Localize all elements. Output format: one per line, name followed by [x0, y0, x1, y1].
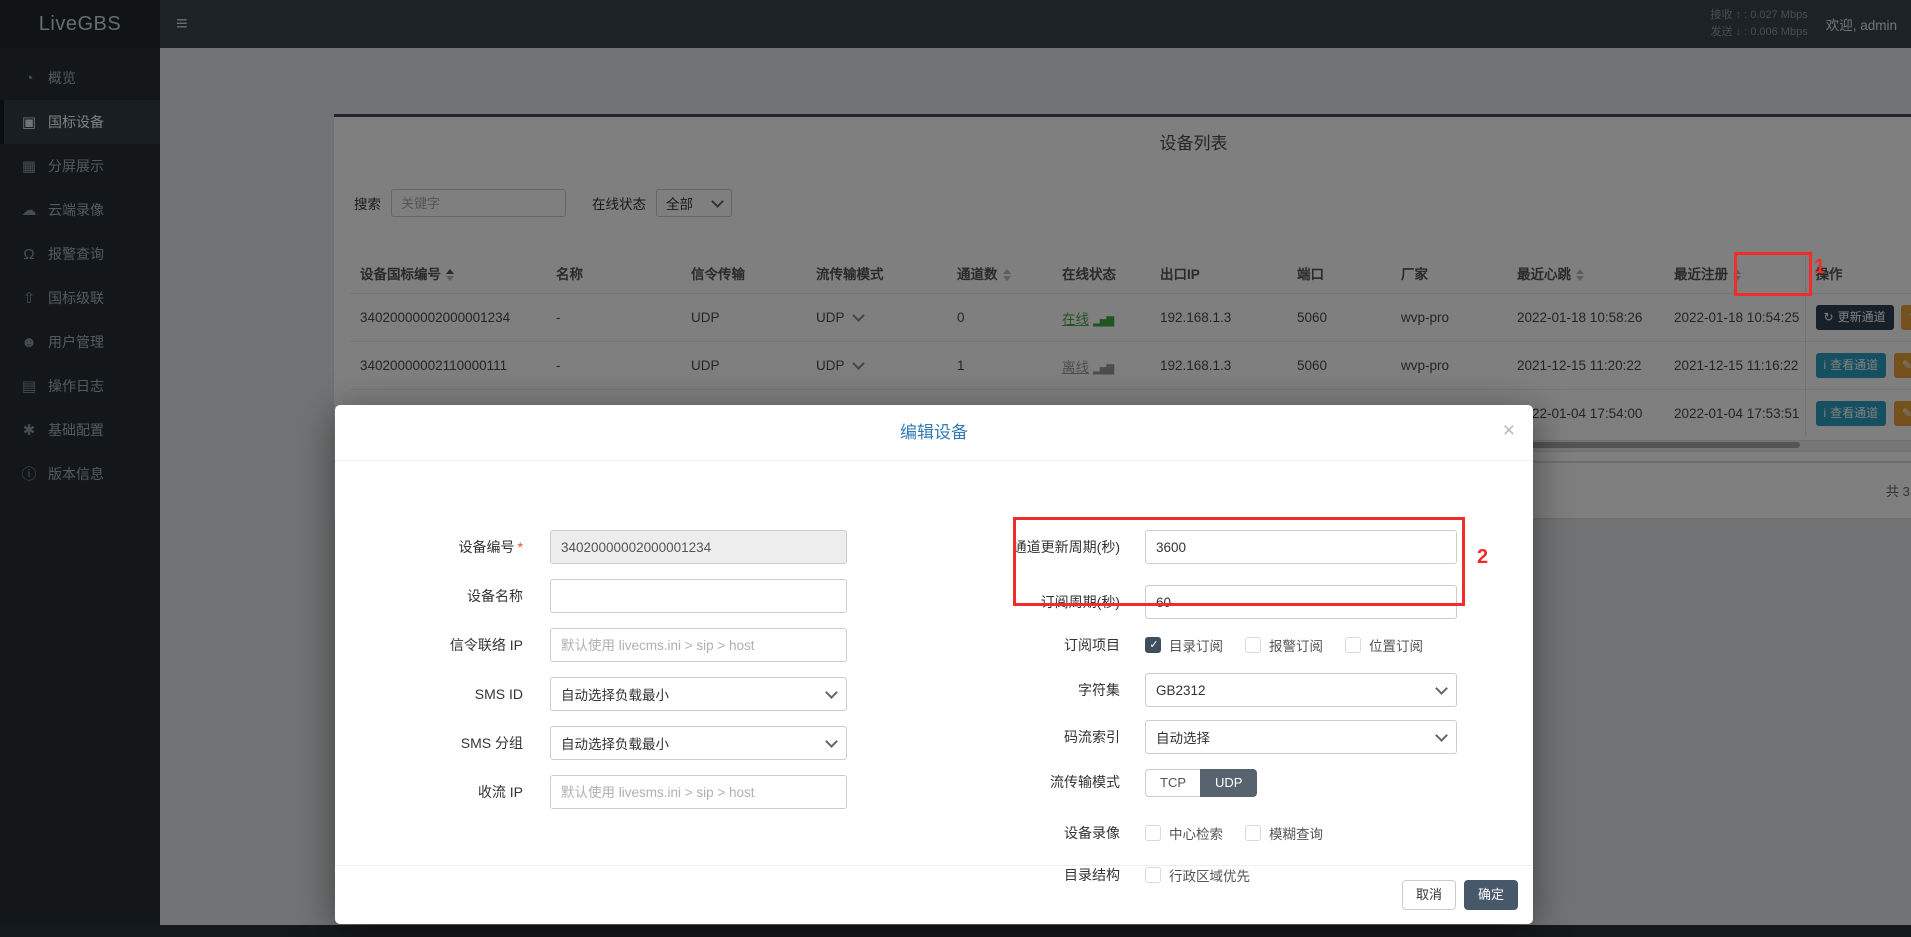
catalog-subscribe-checkbox[interactable]	[1145, 637, 1161, 653]
stream-index-select[interactable]: 自动选择	[1145, 720, 1457, 754]
confirm-button[interactable]: 确定	[1464, 880, 1518, 910]
channel-refresh-label: 通道更新周期(秒)	[935, 530, 1120, 564]
udp-option[interactable]: UDP	[1200, 769, 1257, 797]
modal-title: 编辑设备	[335, 405, 1533, 460]
recv-ip-label: 收流 IP	[355, 775, 523, 809]
subscribe-period-label: 订阅周期(秒)	[935, 585, 1120, 619]
alarm-subscribe-checkbox[interactable]	[1245, 637, 1261, 653]
chevron-down-icon	[825, 686, 838, 699]
chevron-down-icon	[825, 735, 838, 748]
fuzzy-query-checkbox[interactable]	[1245, 825, 1261, 841]
device-record-group: 中心检索 模糊查询	[1145, 820, 1345, 846]
charset-select[interactable]: GB2312	[1145, 673, 1457, 707]
modal-footer: 取消 确定	[335, 865, 1533, 924]
recv-ip-field[interactable]	[550, 775, 847, 809]
sip-host-label: 信令联络 IP	[355, 628, 523, 662]
modal-header: 编辑设备 ×	[335, 405, 1533, 461]
close-icon[interactable]: ×	[1503, 420, 1515, 441]
sms-id-label: SMS ID	[355, 677, 523, 711]
center-search-checkbox[interactable]	[1145, 825, 1161, 841]
edit-device-modal: 编辑设备 × 设备编号* 设备名称 信令联络 IP SMS ID 自动选择负载最…	[335, 405, 1533, 924]
device-record-label: 设备录像	[935, 816, 1120, 850]
stream-mode-toggle: TCP UDP	[1145, 769, 1257, 797]
sms-group-label: SMS 分组	[355, 726, 523, 760]
device-id-field	[550, 530, 847, 564]
subscribe-items-label: 订阅项目	[935, 628, 1120, 662]
device-name-field[interactable]	[550, 579, 847, 613]
cancel-button[interactable]: 取消	[1402, 880, 1456, 910]
stream-mode-label: 流传输模式	[935, 765, 1120, 799]
chevron-down-icon	[1435, 682, 1448, 695]
sip-host-field[interactable]	[550, 628, 847, 662]
subscribe-items-group: 目录订阅 报警订阅 位置订阅	[1145, 632, 1445, 658]
device-name-label: 设备名称	[355, 579, 523, 613]
device-id-label: 设备编号*	[355, 530, 523, 564]
position-subscribe-checkbox[interactable]	[1345, 637, 1361, 653]
stream-index-label: 码流索引	[935, 720, 1120, 754]
sms-group-select[interactable]: 自动选择负载最小	[550, 726, 847, 760]
modal-body: 设备编号* 设备名称 信令联络 IP SMS ID 自动选择负载最小 SMS 分…	[335, 460, 1533, 865]
charset-label: 字符集	[935, 673, 1120, 707]
channel-refresh-field[interactable]	[1145, 530, 1457, 564]
subscribe-period-field[interactable]	[1145, 585, 1457, 619]
sms-id-select[interactable]: 自动选择负载最小	[550, 677, 847, 711]
chevron-down-icon	[1435, 729, 1448, 742]
required-asterisk: *	[518, 539, 523, 555]
tcp-option[interactable]: TCP	[1145, 769, 1201, 797]
